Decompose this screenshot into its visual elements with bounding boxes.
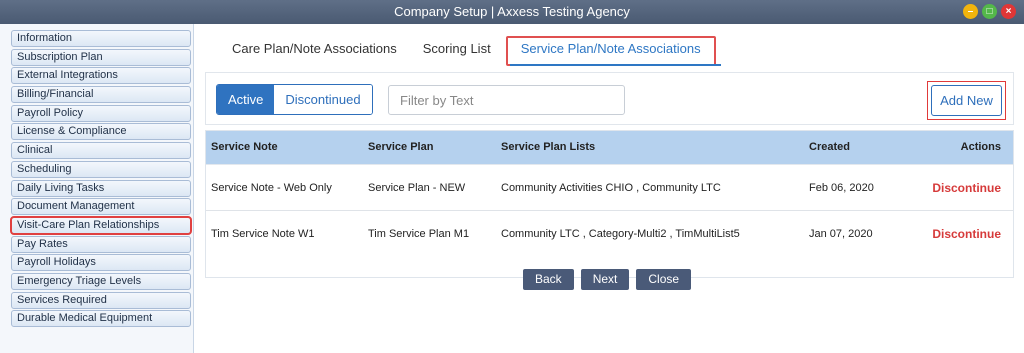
window-titlebar: Company Setup | Axxess Testing Agency – … — [0, 0, 1024, 24]
window-title: Company Setup | Axxess Testing Agency — [394, 4, 630, 19]
next-button[interactable]: Next — [580, 269, 630, 290]
window-controls: – □ × — [963, 4, 1016, 19]
sidebar-item-subscription-plan[interactable]: Subscription Plan — [11, 48, 191, 66]
minimize-icon[interactable]: – — [963, 4, 978, 19]
cell-created: Jan 07, 2020 — [809, 228, 873, 240]
close-button[interactable]: Close — [636, 269, 692, 290]
close-icon[interactable]: × — [1001, 4, 1016, 19]
active-filter-button[interactable]: Active — [217, 85, 275, 114]
sidebar-item-pay-rates[interactable]: Pay Rates — [11, 235, 191, 253]
sidebar-item-services-required[interactable]: Services Required — [11, 291, 191, 309]
sidebar-item-information[interactable]: Information — [11, 30, 191, 47]
active-tab-underline — [510, 64, 721, 66]
sidebar-item-external-integrations[interactable]: External Integrations — [11, 67, 191, 85]
table-row: Tim Service Note W1 Tim Service Plan M1 … — [206, 210, 1013, 256]
maximize-icon[interactable]: □ — [982, 4, 997, 19]
cell-service-note: Service Note - Web Only — [211, 182, 332, 194]
sidebar-item-payroll-policy[interactable]: Payroll Policy — [11, 104, 191, 122]
cell-service-plan: Service Plan - NEW — [368, 182, 466, 194]
sidebar: Information Subscription Plan External I… — [0, 24, 194, 353]
header-service-note[interactable]: Service Note — [211, 131, 278, 164]
sidebar-item-license-compliance[interactable]: License & Compliance — [11, 123, 191, 141]
header-created[interactable]: Created — [809, 131, 850, 164]
sidebar-item-clinical[interactable]: Clinical — [11, 142, 191, 160]
header-service-plan[interactable]: Service Plan — [368, 131, 433, 164]
sidebar-item-durable-medical-equipment[interactable]: Durable Medical Equipment — [11, 310, 191, 328]
footer-buttons: Back Next Close — [523, 269, 692, 290]
discontinue-link[interactable]: Discontinue — [932, 165, 1001, 211]
associations-table: Service Note Service Plan Service Plan L… — [205, 130, 1014, 278]
sidebar-item-visit-care-plan-relationships[interactable]: Visit-Care Plan Relationships — [10, 215, 192, 235]
tab-service-plan-note-associations[interactable]: Service Plan/Note Associations — [505, 36, 716, 66]
cell-service-plan-lists: Community Activities CHIO , Community LT… — [501, 182, 721, 194]
cell-created: Feb 06, 2020 — [809, 182, 874, 194]
add-new-highlight: Add New — [927, 81, 1006, 120]
discontinue-link[interactable]: Discontinue — [932, 211, 1001, 257]
tab-scoring-list[interactable]: Scoring List — [410, 36, 504, 66]
status-toggle: Active Discontinued — [216, 84, 373, 115]
main-content: Care Plan/Note Associations Scoring List… — [195, 24, 1024, 353]
sidebar-item-daily-living-tasks[interactable]: Daily Living Tasks — [11, 179, 191, 197]
filter-panel: Active Discontinued Add New — [205, 72, 1014, 125]
tab-care-plan-note-associations[interactable]: Care Plan/Note Associations — [219, 36, 410, 66]
back-button[interactable]: Back — [523, 269, 574, 290]
sidebar-item-document-management[interactable]: Document Management — [11, 198, 191, 216]
tab-bar: Care Plan/Note Associations Scoring List… — [219, 36, 716, 66]
header-actions: Actions — [960, 141, 1001, 153]
cell-service-plan: Tim Service Plan M1 — [368, 228, 470, 240]
filter-input[interactable] — [388, 85, 625, 115]
sidebar-item-scheduling[interactable]: Scheduling — [11, 160, 191, 178]
discontinued-filter-button[interactable]: Discontinued — [274, 85, 372, 114]
sidebar-item-emergency-triage-levels[interactable]: Emergency Triage Levels — [11, 272, 191, 290]
sidebar-item-billing-financial[interactable]: Billing/Financial — [11, 86, 191, 104]
table-row: Service Note - Web Only Service Plan - N… — [206, 164, 1013, 210]
table-header: Service Note Service Plan Service Plan L… — [206, 131, 1013, 164]
cell-service-note: Tim Service Note W1 — [211, 228, 315, 240]
add-new-button[interactable]: Add New — [931, 85, 1002, 116]
header-service-plan-lists[interactable]: Service Plan Lists — [501, 131, 595, 164]
cell-service-plan-lists: Community LTC , Category-Multi2 , TimMul… — [501, 228, 740, 240]
sidebar-item-payroll-holidays[interactable]: Payroll Holidays — [11, 254, 191, 272]
